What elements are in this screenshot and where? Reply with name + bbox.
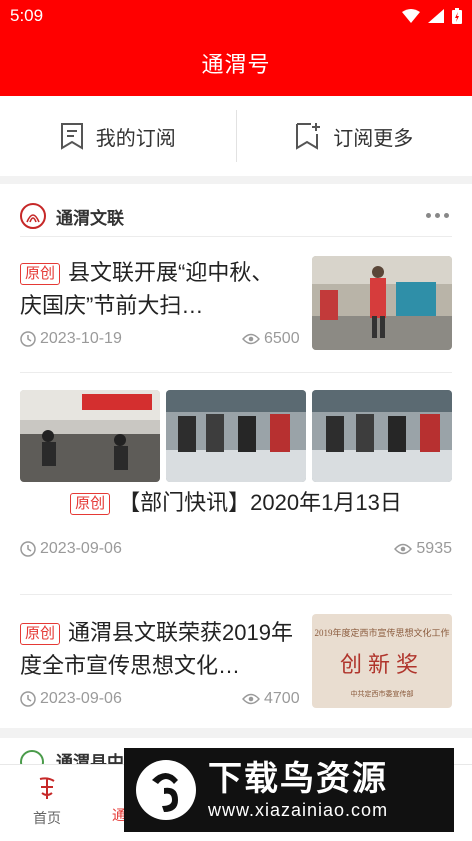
original-tag: 原创 <box>20 263 60 285</box>
article-item[interactable]: 原创【部门快讯】2020年1月13日 2023-09-06 5935 <box>20 390 452 582</box>
app-header: 通渭号 <box>0 34 472 96</box>
article-date-text: 2023-09-06 <box>40 540 122 558</box>
article-date-text: 2023-10-19 <box>40 330 122 348</box>
divider <box>20 236 452 237</box>
eye-icon <box>242 333 260 345</box>
more-icon[interactable] <box>422 200 452 230</box>
eye-icon <box>242 693 260 705</box>
article-date: 2023-10-19 <box>20 330 122 348</box>
tab-my-subscriptions-label: 我的订阅 <box>96 122 176 151</box>
tab-subscribe-more[interactable]: 订阅更多 <box>237 96 472 176</box>
clock-icon <box>20 691 36 707</box>
subscription-tabs: 我的订阅 订阅更多 <box>0 96 472 176</box>
article-image-3 <box>312 390 452 482</box>
article-title: 原创通渭县文联荣获2019年度全市宣传思想文化… <box>20 616 304 682</box>
bookmark-add-icon <box>295 122 321 150</box>
article-date-text: 2023-09-06 <box>40 690 122 708</box>
article-title: 原创【部门快讯】2020年1月13日 <box>20 486 452 519</box>
tab-my-subscriptions[interactable]: 我的订阅 <box>0 96 236 176</box>
clock-icon <box>20 331 36 347</box>
article-image-2 <box>166 390 306 482</box>
article-views-text: 5935 <box>416 540 452 558</box>
watermark-url: www.xiazainiao.com <box>208 799 388 821</box>
watermark-main: 下载鸟资源 <box>208 759 388 799</box>
watermark-banner: 下载鸟资源 www.xiazainiao.com <box>124 748 454 832</box>
certificate-award: 创新奖 <box>312 647 452 679</box>
tab-subscribe-more-label: 订阅更多 <box>333 122 413 151</box>
article-title-text: 通渭县文联荣获2019年度全市宣传思想文化… <box>20 620 293 678</box>
nav-item-home-label: 首页 <box>12 808 82 828</box>
article-item[interactable]: 原创县文联开展“迎中秋、庆国庆”节前大扫… 2023-10-19 6500 <box>20 254 452 364</box>
article-date: 2023-09-06 <box>20 540 122 558</box>
home-logo-icon <box>32 775 62 805</box>
divider <box>20 372 452 373</box>
wifi-icon <box>402 9 420 23</box>
article-views-text: 4700 <box>264 690 300 708</box>
channel-logo-icon <box>20 203 46 229</box>
system-icons <box>402 8 462 24</box>
certificate-thumbnail: 2019年度定西市宣传思想文化工作 创新奖 中共定西市委宣传部 <box>312 614 452 708</box>
eye-icon <box>394 543 412 555</box>
original-tag: 原创 <box>70 493 110 515</box>
article-views: 6500 <box>242 330 300 348</box>
article-views: 4700 <box>242 690 300 708</box>
clock-icon <box>20 541 36 557</box>
divider <box>20 594 452 595</box>
page-title: 通渭号 <box>0 34 472 96</box>
status-time: 5:09 <box>10 6 43 26</box>
article-thumbnail <box>312 256 452 350</box>
bookmark-list-icon <box>60 122 84 150</box>
nav-item-home[interactable]: 首页 <box>12 775 82 828</box>
article-views-text: 6500 <box>264 330 300 348</box>
status-bar: 5:09 <box>0 0 472 34</box>
article-title-text: 【部门快讯】2020年1月13日 <box>118 490 402 515</box>
certificate-heading: 2019年度定西市宣传思想文化工作 <box>312 626 452 639</box>
channel-name: 通渭文联 <box>56 204 124 229</box>
channel-header[interactable]: 通渭文联 <box>20 196 452 236</box>
battery-icon <box>452 8 462 24</box>
watermark-text: 下载鸟资源 www.xiazainiao.com <box>208 759 388 821</box>
certificate-issuer: 中共定西市委宣传部 <box>312 689 452 699</box>
article-views: 5935 <box>394 540 452 558</box>
article-image-1 <box>20 390 160 482</box>
article-date: 2023-09-06 <box>20 690 122 708</box>
original-tag: 原创 <box>20 623 60 645</box>
article-item[interactable]: 原创通渭县文联荣获2019年度全市宣传思想文化… 2023-09-06 4700… <box>20 614 452 714</box>
bird-logo-icon <box>134 758 198 822</box>
signal-icon <box>428 9 444 23</box>
article-title: 原创县文联开展“迎中秋、庆国庆”节前大扫… <box>20 256 288 322</box>
channel-card: 通渭文联 原创县文联开展“迎中秋、庆国庆”节前大扫… 2023-10-19 65… <box>0 184 472 728</box>
